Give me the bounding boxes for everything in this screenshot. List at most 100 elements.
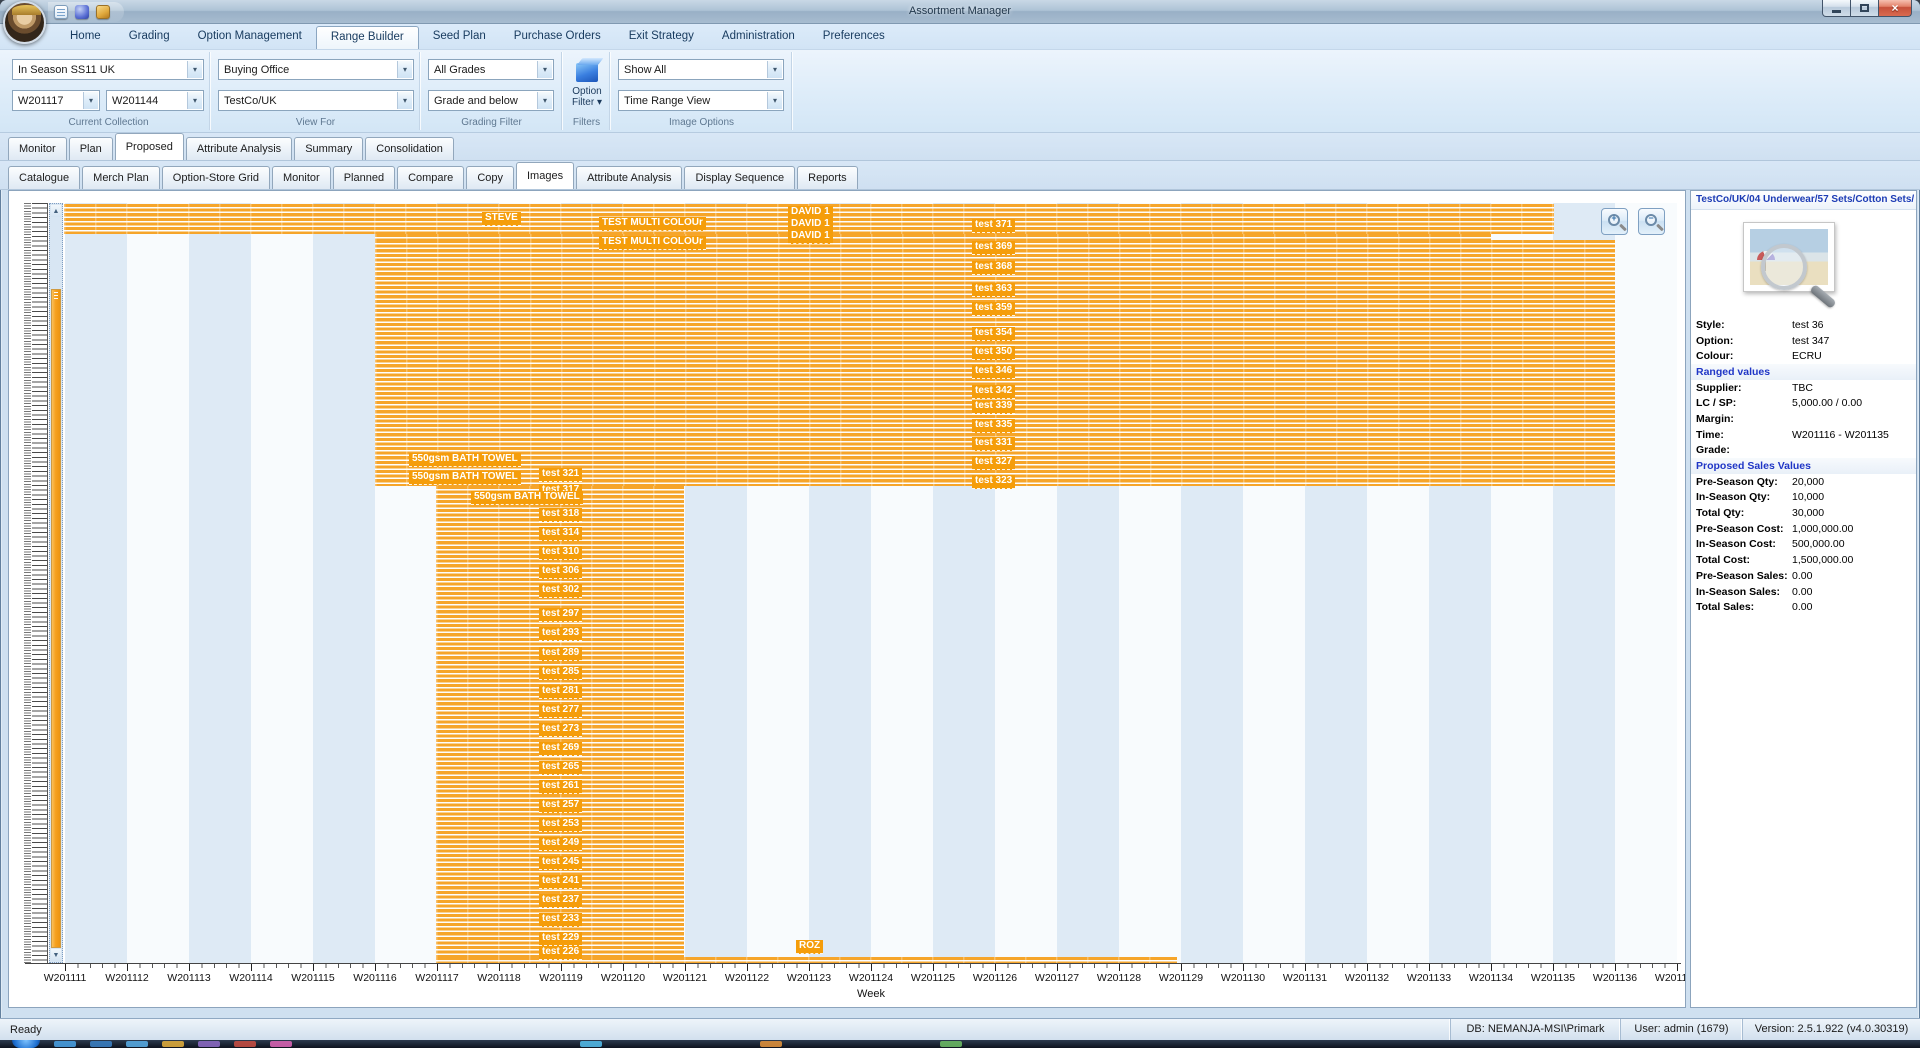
taskbar-icon[interactable] (162, 1041, 184, 1047)
subtab-copy[interactable]: Copy (466, 166, 514, 189)
tab-proposed[interactable]: Proposed (114, 133, 184, 160)
titlebar[interactable]: Assortment Manager × (0, 0, 1920, 24)
range-bar-label-chip[interactable]: ROZ (796, 940, 824, 954)
dropdown-arrow-icon[interactable]: ▾ (187, 61, 202, 78)
view-level-combobox[interactable]: Buying Office ▾ (218, 59, 414, 80)
taskbar-icon[interactable] (270, 1041, 292, 1047)
range-bar-label-chip[interactable]: test 233 (539, 913, 583, 927)
ribbon-tab-purchase-orders[interactable]: Purchase Orders (500, 24, 615, 49)
dropdown-arrow-icon[interactable]: ▾ (537, 92, 552, 109)
ribbon-tab-home[interactable]: Home (56, 24, 115, 49)
range-bar-label-chip[interactable]: test 241 (539, 875, 583, 889)
dropdown-arrow-icon[interactable]: ▾ (397, 92, 412, 109)
range-bar-label-chip[interactable]: test 321 (539, 468, 583, 482)
taskbar-icon[interactable] (126, 1041, 148, 1047)
range-bar-label-chip[interactable]: STEVE (482, 212, 521, 226)
range-bar-label-chip[interactable]: test 335 (972, 419, 1016, 433)
week-from-combobox[interactable]: W201117 ▾ (12, 90, 100, 111)
subtab-attribute-analysis[interactable]: Attribute Analysis (576, 166, 683, 189)
subtab-option-store-grid[interactable]: Option-Store Grid (161, 166, 270, 189)
range-bar-label-chip[interactable]: test 229 (539, 932, 583, 946)
season-combobox[interactable]: In Season SS11 UK ▾ (12, 59, 204, 80)
range-bar-label-chip[interactable]: DAVID 1 (788, 230, 833, 244)
zoom-out-button[interactable]: − (1638, 208, 1665, 235)
range-bar-label-chip[interactable]: test 281 (539, 685, 583, 699)
range-bar-label-chip[interactable]: test 363 (972, 283, 1016, 297)
range-bar-label-chip[interactable]: TEST MULTI COLOUr (599, 217, 706, 231)
dropdown-arrow-icon[interactable]: ▾ (537, 61, 552, 78)
taskbar[interactable] (0, 1040, 1920, 1048)
ribbon-tab-range-builder[interactable]: Range Builder (315, 26, 419, 49)
view-mode-combobox[interactable]: Time Range View ▾ (618, 90, 784, 111)
range-bar-label-chip[interactable]: test 318 (539, 508, 583, 522)
range-bar-label-chip[interactable]: 550gsm BATH TOWEL (409, 453, 521, 467)
tab-monitor[interactable]: Monitor (8, 137, 67, 160)
dropdown-arrow-icon[interactable]: ▾ (397, 61, 412, 78)
scroll-down-icon[interactable]: ▼ (51, 949, 61, 961)
subtab-catalogue[interactable]: Catalogue (8, 166, 81, 189)
range-bar-label-chip[interactable]: test 293 (539, 627, 583, 641)
range-bar-label-chip[interactable]: test 297 (539, 608, 583, 622)
range-bar-label-chip[interactable]: test 323 (972, 475, 1016, 489)
taskbar-icon[interactable] (760, 1041, 782, 1047)
zoom-in-button[interactable]: + (1601, 208, 1628, 235)
range-bar-label-chip[interactable]: test 310 (539, 546, 583, 560)
view-entity-combobox[interactable]: TestCo/UK ▾ (218, 90, 414, 111)
range-bar-label-chip[interactable]: test 354 (972, 327, 1016, 341)
dropdown-arrow-icon[interactable]: ▾ (767, 61, 782, 78)
subtab-compare[interactable]: Compare (397, 166, 465, 189)
ribbon-tab-seed-plan[interactable]: Seed Plan (419, 24, 500, 49)
taskbar-icon[interactable] (90, 1041, 112, 1047)
grades-combobox[interactable]: All Grades ▾ (428, 59, 554, 80)
option-filter-button[interactable]: Option Filter ▾ (567, 56, 607, 120)
scroll-up-icon[interactable]: ▲ (51, 205, 61, 217)
subtab-images[interactable]: Images (516, 162, 575, 189)
minimize-button[interactable] (1822, 0, 1851, 17)
range-bar-label-chip[interactable]: test 359 (972, 302, 1016, 316)
vertical-scrollbar[interactable]: ▲ ▼ (49, 203, 63, 963)
taskbar-icon[interactable] (580, 1041, 602, 1047)
ribbon-tab-grading[interactable]: Grading (115, 24, 184, 49)
dropdown-arrow-icon[interactable]: ▾ (767, 92, 782, 109)
range-bar-label-chip[interactable]: test 261 (539, 780, 583, 794)
range-bar-label-chip[interactable]: test 331 (972, 437, 1016, 451)
range-bar-label-chip[interactable]: test 368 (972, 261, 1016, 275)
range-bar-label-chip[interactable]: test 369 (972, 241, 1016, 255)
dropdown-arrow-icon[interactable]: ▾ (83, 92, 98, 109)
range-bar-label-chip[interactable]: test 269 (539, 742, 583, 756)
tab-summary[interactable]: Summary (294, 137, 364, 160)
week-to-combobox[interactable]: W201144 ▾ (106, 90, 204, 111)
ribbon-tab-administration[interactable]: Administration (708, 24, 809, 49)
range-bar-label-chip[interactable]: test 257 (539, 799, 583, 813)
dropdown-arrow-icon[interactable]: ▾ (187, 92, 202, 109)
subtab-display-sequence[interactable]: Display Sequence (684, 166, 796, 189)
subtab-planned[interactable]: Planned (332, 166, 396, 189)
range-bar-label-chip[interactable]: test 314 (539, 527, 583, 541)
taskbar-icon[interactable] (198, 1041, 220, 1047)
range-bar-label-chip[interactable]: test 277 (539, 704, 583, 718)
range-bar-label-chip[interactable]: test 249 (539, 837, 583, 851)
subtab-merch-plan[interactable]: Merch Plan (82, 166, 160, 189)
tab-attribute-analysis[interactable]: Attribute Analysis (185, 137, 293, 160)
range-bar-label-chip[interactable]: test 339 (972, 400, 1016, 414)
range-bar-label-chip[interactable]: 550gsm BATH TOWEL (409, 471, 521, 485)
close-button[interactable]: × (1878, 0, 1912, 17)
range-bar-label-chip[interactable]: TEST MULTI COLOUr (599, 236, 706, 250)
range-bar-label-chip[interactable]: test 245 (539, 856, 583, 870)
range-bar-label-chip[interactable]: test 371 (972, 219, 1016, 233)
range-bar-label-chip[interactable]: test 226 (539, 946, 583, 960)
range-bar-label-chip[interactable]: test 253 (539, 818, 583, 832)
range-bar-label-chip[interactable]: test 346 (972, 365, 1016, 379)
show-filter-combobox[interactable]: Show All ▾ (618, 59, 784, 80)
ribbon-tab-exit-strategy[interactable]: Exit Strategy (615, 24, 708, 49)
range-bar-label-chip[interactable]: test 285 (539, 666, 583, 680)
range-bar-label-chip[interactable]: test 273 (539, 723, 583, 737)
taskbar-icon[interactable] (234, 1041, 256, 1047)
start-button[interactable] (12, 1040, 40, 1048)
subtab-reports[interactable]: Reports (797, 166, 858, 189)
range-bar-label-chip[interactable]: test 327 (972, 456, 1016, 470)
tab-plan[interactable]: Plan (68, 137, 113, 160)
maximize-button[interactable] (1851, 0, 1878, 17)
range-bar-label-chip[interactable]: test 342 (972, 385, 1016, 399)
range-bar-label-chip[interactable]: test 302 (539, 584, 583, 598)
